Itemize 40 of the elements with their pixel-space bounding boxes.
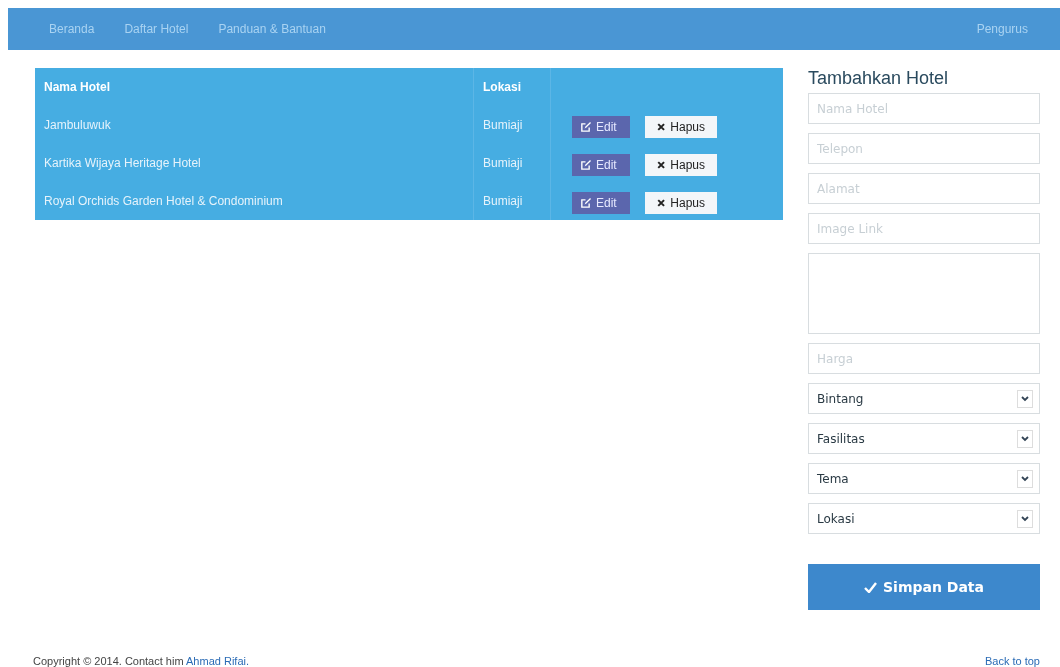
close-icon (657, 160, 666, 170)
text-area[interactable] (808, 253, 1040, 334)
hotel-location: Bumiaji (483, 118, 523, 132)
hotel-location: Bumiaji (483, 194, 523, 208)
delete-button[interactable]: Hapus (645, 116, 717, 138)
check-icon (864, 581, 877, 593)
input-field[interactable]: Nama Hotel (808, 93, 1040, 124)
edit-icon (580, 197, 591, 209)
select-field[interactable]: Lokasi (808, 503, 1040, 534)
edit-icon (580, 121, 591, 133)
edit-button[interactable]: Edit (572, 154, 630, 176)
caret-icon (1017, 509, 1033, 528)
select-field[interactable]: Bintang (808, 383, 1040, 414)
input-field[interactable]: Telepon (808, 133, 1040, 164)
save-button[interactable]: Simpan Data (808, 564, 1040, 610)
copyright-text: Copyright © 2014. Contact him Ahmad Rifai. (33, 655, 249, 667)
hotel-location: Bumiaji (483, 156, 523, 170)
edit-icon (580, 159, 591, 171)
author-link[interactable]: Ahmad Rifai. (186, 655, 249, 667)
caret-icon (1017, 469, 1033, 488)
column-header: Lokasi (483, 80, 521, 94)
caret-icon (1017, 389, 1033, 408)
back-to-top-link[interactable]: Back to top (984, 655, 1040, 667)
edit-button[interactable]: Edit (572, 192, 630, 214)
column-header: Nama Hotel (44, 80, 111, 94)
close-icon (657, 198, 666, 208)
caret-icon (1017, 429, 1033, 448)
input-field[interactable]: Alamat (808, 173, 1040, 204)
hotel-name: Kartika Wijaya Heritage Hotel (44, 156, 201, 170)
input-field[interactable]: Harga (808, 343, 1040, 374)
select-field[interactable]: Fasilitas (808, 423, 1040, 454)
hotel-name: Royal Orchids Garden Hotel & Condominium (44, 194, 283, 208)
delete-button[interactable]: Hapus (645, 154, 717, 176)
hotel-name: Jambuluwuk (44, 118, 111, 132)
form-title: Tambahkan Hotel (808, 68, 950, 89)
delete-button[interactable]: Hapus (645, 192, 717, 214)
edit-button[interactable]: Edit (572, 116, 630, 138)
select-field[interactable]: Tema (808, 463, 1040, 494)
input-field[interactable]: Image Link (808, 213, 1040, 244)
close-icon (657, 122, 666, 132)
